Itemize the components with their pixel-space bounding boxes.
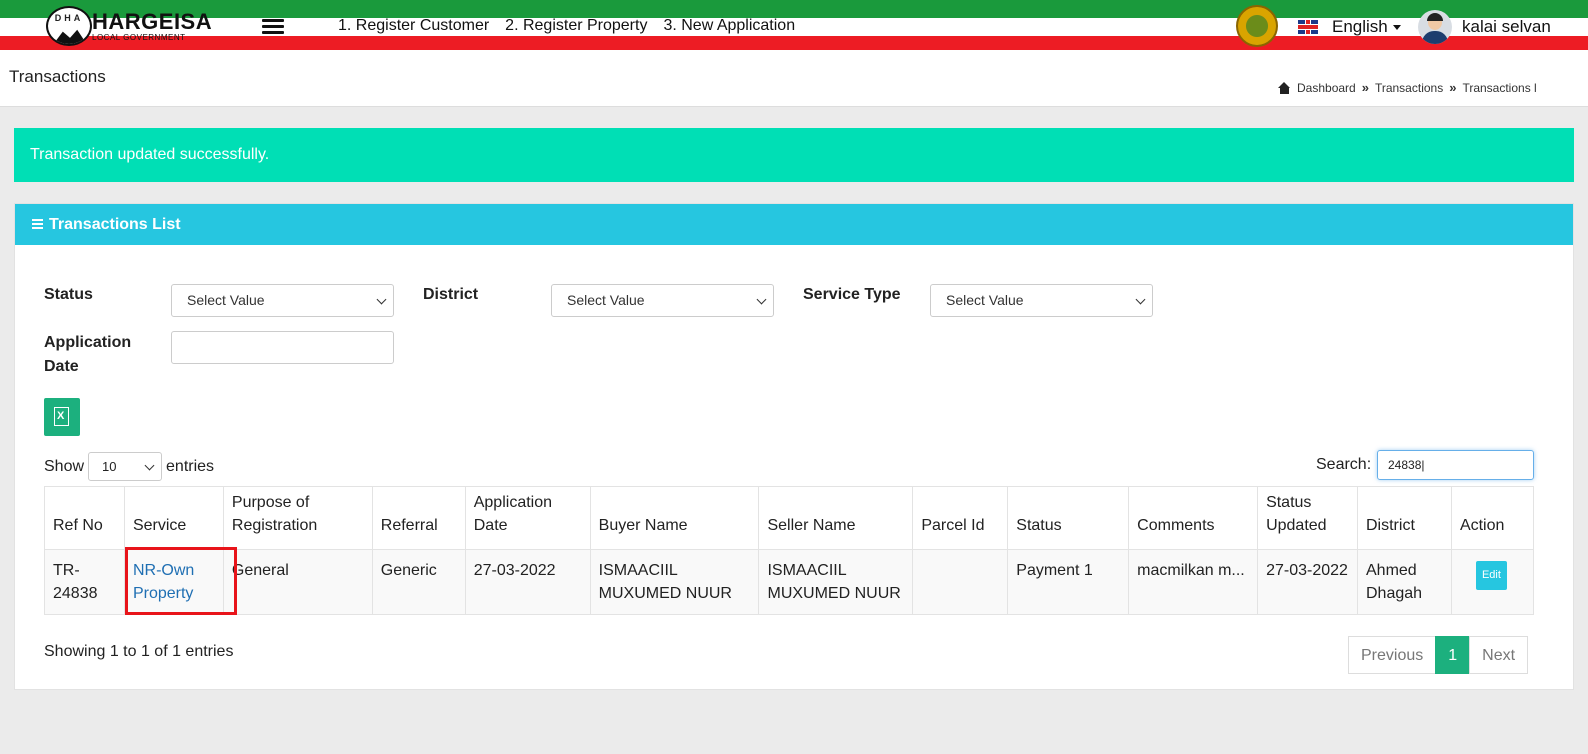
cell-buyer-name: ISMAACIIL MUXUMED NUUR bbox=[589, 549, 760, 615]
page-title: Transactions bbox=[9, 67, 106, 86]
home-icon bbox=[1278, 81, 1291, 94]
list-icon bbox=[32, 219, 43, 230]
entries-per-page-select[interactable]: 10 bbox=[88, 452, 163, 481]
col-district[interactable]: District bbox=[1357, 486, 1452, 550]
table-length: Show 10 entries bbox=[44, 452, 214, 481]
cell-parcel-id bbox=[912, 549, 1009, 615]
col-referral[interactable]: Referral bbox=[371, 486, 466, 550]
breadcrumb-current: Transactions l bbox=[1462, 80, 1537, 95]
user-name[interactable]: kalai selvan bbox=[1462, 17, 1551, 37]
chevron-down-icon bbox=[756, 294, 767, 305]
flag-stripe-green bbox=[0, 0, 1588, 18]
table-info: Showing 1 to 1 of 1 entries bbox=[44, 643, 234, 660]
district-filter-label: District bbox=[423, 286, 479, 303]
service-link[interactable]: NR-Own Property bbox=[133, 562, 194, 602]
search-input[interactable]: 24838| bbox=[1377, 450, 1534, 480]
cell-action: Edit bbox=[1450, 549, 1535, 615]
breadcrumb: Dashboard » Transactions » Transactions … bbox=[1278, 80, 1537, 95]
edit-button[interactable]: Edit bbox=[1475, 561, 1507, 590]
page-header: Transactions Dashboard » Transactions » … bbox=[0, 52, 1588, 107]
district-filter-select[interactable]: Select Value bbox=[551, 284, 774, 317]
nav-new-application[interactable]: 3. New Application bbox=[663, 17, 795, 35]
col-application-date[interactable]: Application Date bbox=[464, 486, 591, 550]
col-purpose[interactable]: Purpose of Registration bbox=[222, 486, 373, 550]
chevron-down-icon bbox=[144, 460, 155, 471]
application-date-label: Application Date bbox=[44, 334, 132, 375]
language-label: English bbox=[1332, 17, 1388, 36]
cell-seller-name: ISMAACIIL MUXUMED NUUR bbox=[758, 549, 914, 615]
excel-file-icon bbox=[54, 407, 69, 426]
mountain-logo-icon: DHA bbox=[46, 6, 92, 46]
nav-register-customer[interactable]: 1. Register Customer bbox=[338, 17, 489, 35]
language-dropdown[interactable]: English bbox=[1332, 17, 1401, 37]
card-header: Transactions List bbox=[15, 204, 1573, 245]
menu-toggle-icon[interactable] bbox=[262, 19, 284, 35]
top-nav: 1. Register Customer 2. Register Propert… bbox=[338, 17, 795, 35]
col-status-updated[interactable]: Status Updated bbox=[1257, 486, 1358, 550]
pagination: Previous 1 Next bbox=[1348, 636, 1529, 674]
card-title: Transactions List bbox=[49, 215, 181, 233]
col-action: Action bbox=[1450, 486, 1535, 550]
cell-referral: Generic bbox=[371, 549, 466, 615]
status-filter-select[interactable]: Select Value bbox=[171, 284, 394, 317]
table-header-row: Ref No Service Purpose of Registration Re… bbox=[44, 486, 1535, 550]
cell-district: Ahmed Dhagah bbox=[1357, 549, 1452, 615]
cell-service: NR-Own Property bbox=[123, 547, 237, 615]
col-service[interactable]: Service bbox=[123, 486, 224, 550]
uk-flag-icon bbox=[1298, 20, 1318, 34]
logo-title: HARGEISA bbox=[92, 8, 213, 34]
cell-status-updated: 27-03-2022 bbox=[1257, 549, 1358, 615]
breadcrumb-dashboard[interactable]: Dashboard bbox=[1297, 81, 1356, 95]
search-label: Search: bbox=[1316, 456, 1372, 473]
col-parcel-id[interactable]: Parcel Id bbox=[912, 486, 1009, 550]
nav-register-property[interactable]: 2. Register Property bbox=[505, 17, 647, 35]
page-1-button[interactable]: 1 bbox=[1435, 636, 1471, 674]
next-page-button[interactable]: Next bbox=[1469, 636, 1529, 674]
user-avatar[interactable] bbox=[1418, 10, 1452, 44]
col-comments[interactable]: Comments bbox=[1128, 486, 1259, 550]
caret-down-icon bbox=[1392, 24, 1401, 30]
logo-subtitle: LOCAL GOVERNMENT bbox=[92, 32, 186, 42]
cell-comments: macmilkan m... bbox=[1128, 549, 1259, 615]
export-excel-button[interactable] bbox=[44, 398, 80, 436]
col-buyer-name[interactable]: Buyer Name bbox=[589, 486, 760, 550]
flag-stripe-red bbox=[0, 36, 1588, 50]
top-navbar: DHA HARGEISA LOCAL GOVERNMENT 1. Registe… bbox=[0, 0, 1588, 52]
red-highlight-box bbox=[124, 547, 237, 615]
transactions-table: Ref No Service Purpose of Registration Re… bbox=[44, 486, 1535, 615]
cell-application-date: 27-03-2022 bbox=[464, 549, 591, 615]
table-row: TR- 24838 NR-Own Property General Generic … bbox=[44, 547, 1535, 615]
service-type-filter-label: Service Type bbox=[803, 286, 901, 303]
breadcrumb-transactions[interactable]: Transactions bbox=[1375, 81, 1443, 95]
cell-ref-no: TR- 24838 bbox=[44, 549, 125, 615]
transactions-card: Transactions List Status Select Value Di… bbox=[14, 203, 1574, 690]
cell-status: Payment 1 bbox=[1007, 549, 1130, 615]
chevron-down-icon bbox=[1135, 294, 1146, 305]
chevron-down-icon bbox=[376, 294, 387, 305]
application-date-input[interactable] bbox=[171, 331, 394, 364]
success-alert: Transaction updated successfully. bbox=[14, 128, 1574, 182]
cell-purpose: General bbox=[222, 549, 373, 615]
col-ref-no[interactable]: Ref No bbox=[44, 486, 125, 550]
service-type-filter-select[interactable]: Select Value bbox=[930, 284, 1153, 317]
col-status[interactable]: Status bbox=[1007, 486, 1130, 550]
col-seller-name[interactable]: Seller Name bbox=[758, 486, 914, 550]
government-emblem-icon bbox=[1236, 5, 1278, 47]
previous-page-button[interactable]: Previous bbox=[1348, 636, 1437, 674]
app-logo[interactable]: DHA HARGEISA LOCAL GOVERNMENT bbox=[46, 6, 212, 46]
status-filter-label: Status bbox=[44, 286, 93, 303]
